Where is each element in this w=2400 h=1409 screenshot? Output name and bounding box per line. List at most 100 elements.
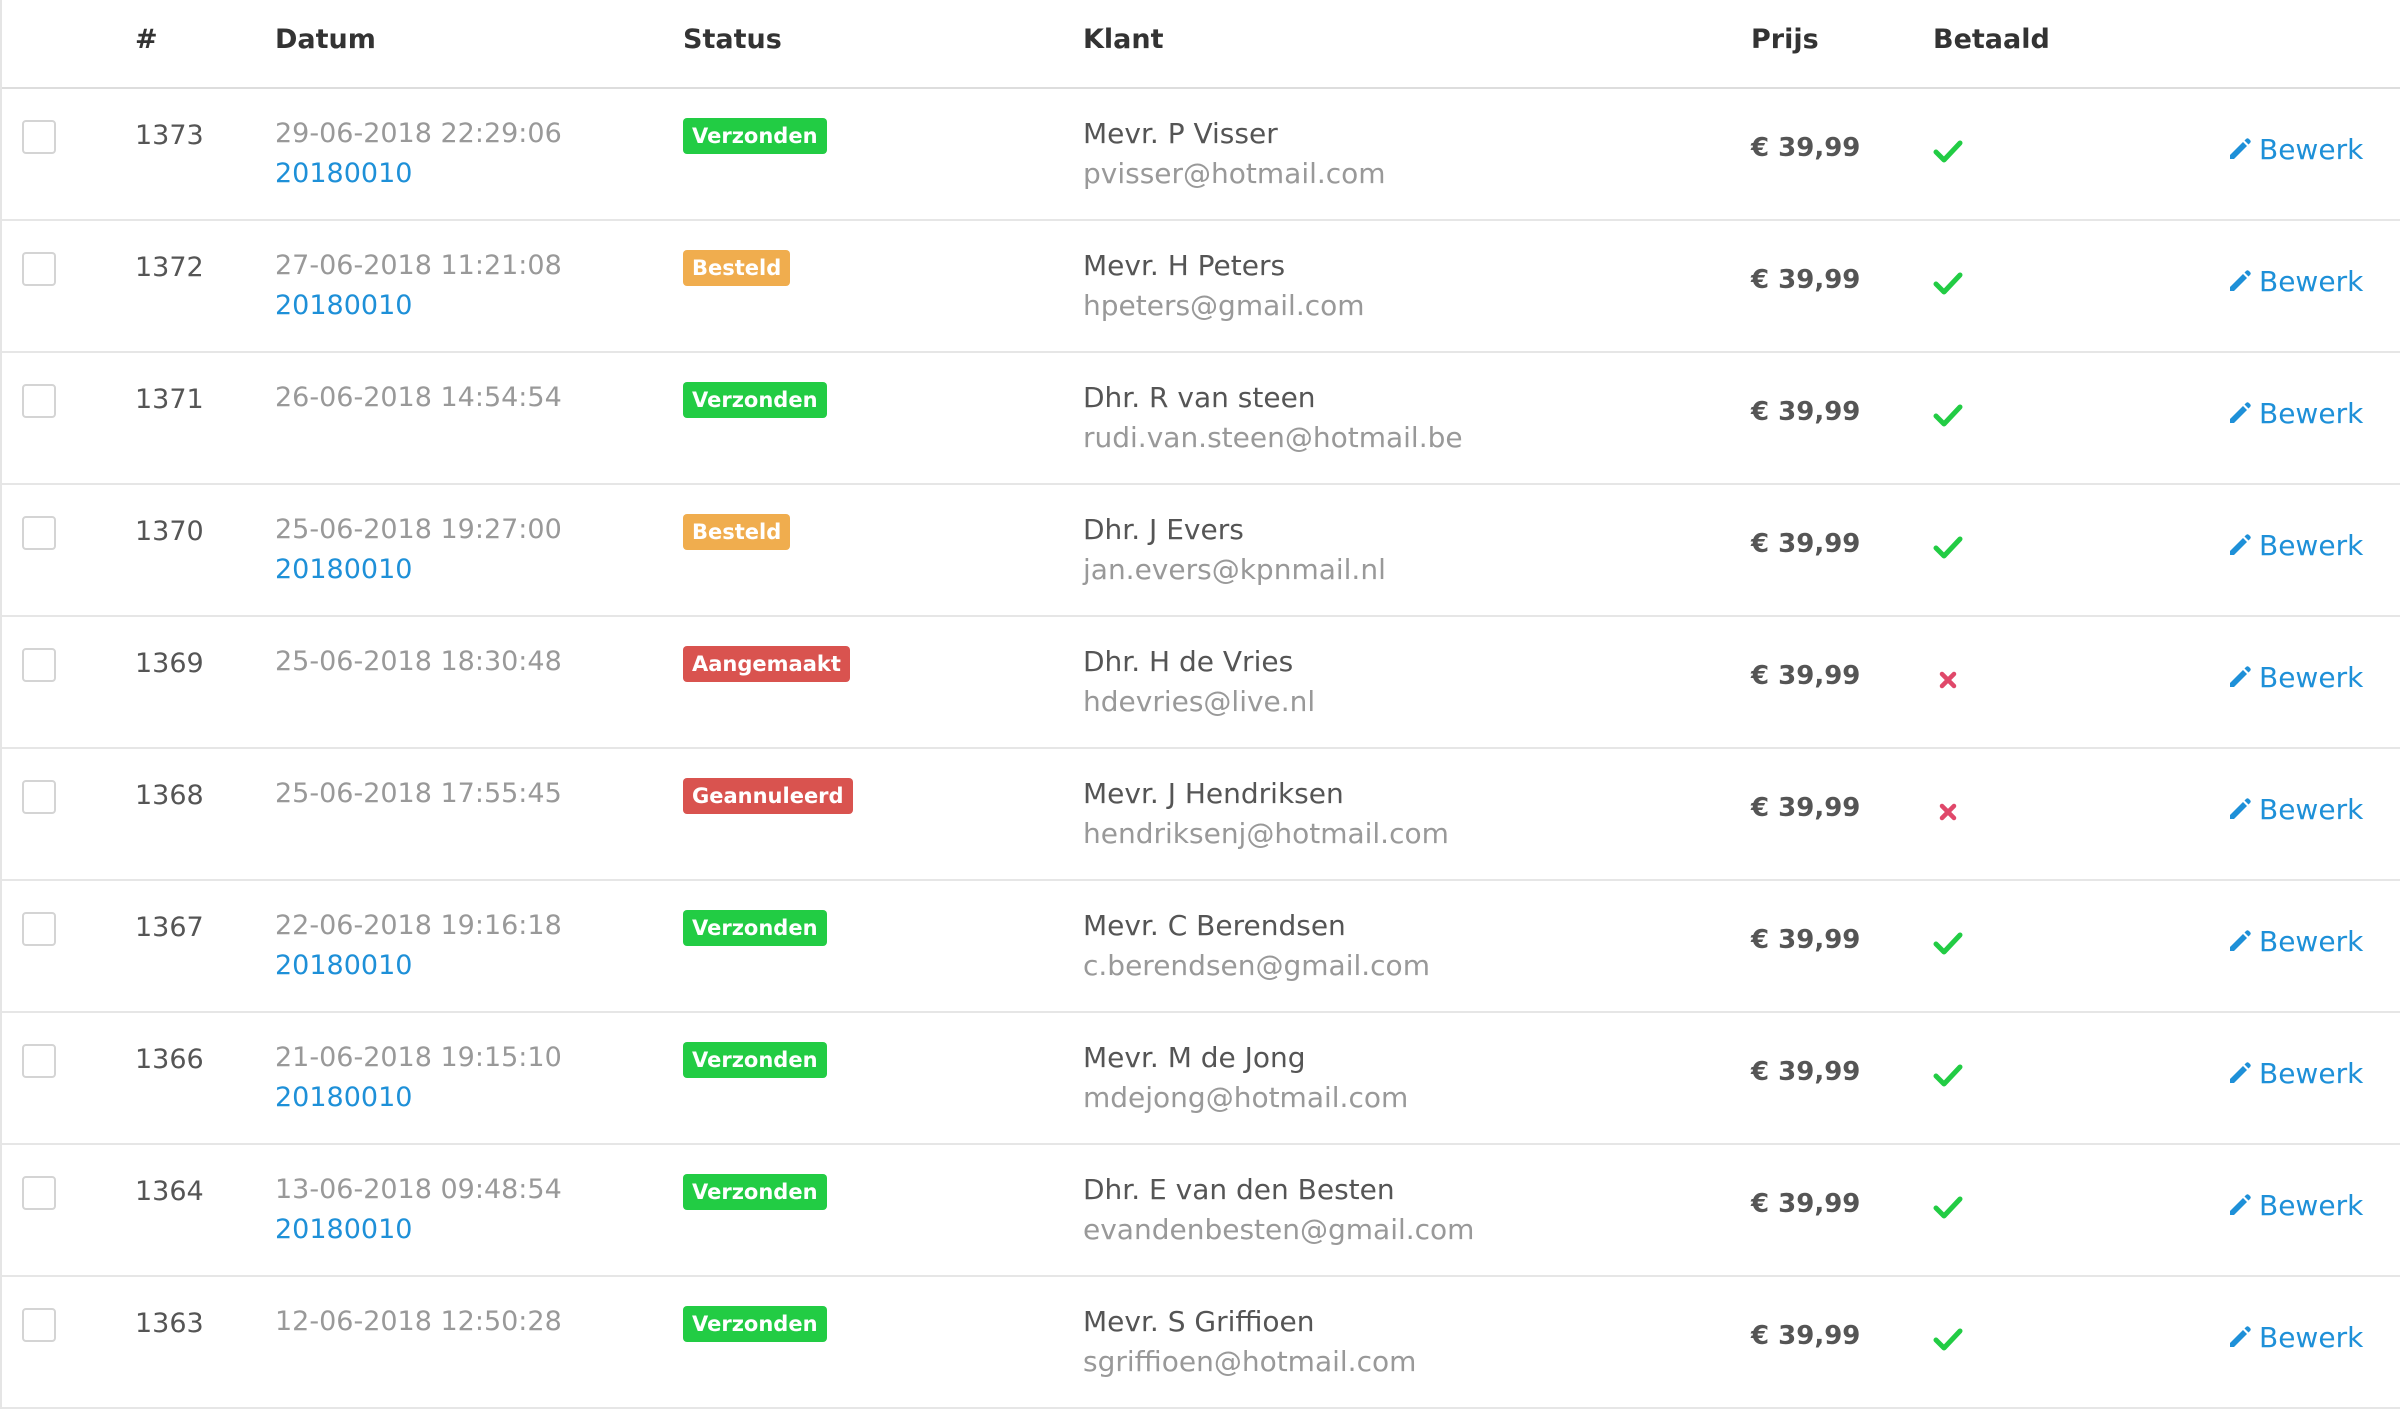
customer-cell: Mevr. S Griffioen sgriffioen@hotmail.com: [1083, 1305, 1416, 1382]
customer-cell: Dhr. E van den Besten evandenbesten@gmai…: [1083, 1173, 1474, 1250]
order-timestamp: 25-06-2018 18:30:48: [275, 646, 562, 677]
order-number: 1368: [135, 780, 204, 811]
column-header-paid[interactable]: Betaald: [1933, 24, 2050, 55]
row-select-checkbox[interactable]: [22, 648, 56, 682]
paid-status: [1933, 799, 1963, 825]
edit-button[interactable]: Bewerk: [2227, 265, 2363, 301]
paid-status: [1933, 1195, 1963, 1221]
edit-button[interactable]: Bewerk: [2227, 529, 2363, 565]
customer-cell: Mevr. P Visser pvisser@hotmail.com: [1083, 117, 1386, 194]
row-select-checkbox[interactable]: [22, 120, 56, 154]
order-reference-link[interactable]: 20180010: [275, 550, 562, 590]
status-badge: Verzonden: [683, 118, 827, 154]
order-timestamp: 27-06-2018 11:21:08: [275, 250, 562, 281]
order-timestamp: 29-06-2018 22:29:06: [275, 118, 562, 149]
row-select-checkbox[interactable]: [22, 912, 56, 946]
column-header-date[interactable]: Datum: [275, 24, 376, 55]
order-timestamp: 21-06-2018 19:15:10: [275, 1042, 562, 1073]
order-timestamp: 25-06-2018 17:55:45: [275, 778, 562, 809]
row-select-checkbox[interactable]: [22, 1044, 56, 1078]
column-header-customer[interactable]: Klant: [1083, 24, 1164, 55]
check-icon: [1933, 536, 1963, 559]
table-row: 1366 21-06-2018 19:15:10 20180010 Verzon…: [2, 1013, 2400, 1145]
check-icon: [1933, 404, 1963, 427]
order-reference-link[interactable]: 20180010: [275, 154, 562, 194]
order-timestamp: 12-06-2018 12:50:28: [275, 1306, 562, 1337]
order-price: € 39,99: [1751, 661, 1861, 691]
paid-status: [1933, 931, 1963, 957]
edit-button[interactable]: Bewerk: [2227, 661, 2363, 697]
pencil-icon: [2227, 928, 2253, 961]
order-number: 1370: [135, 516, 204, 547]
row-select-checkbox[interactable]: [22, 780, 56, 814]
status-badge: Verzonden: [683, 1042, 827, 1078]
customer-name: Mevr. P Visser: [1083, 117, 1278, 150]
edit-button[interactable]: Bewerk: [2227, 1057, 2363, 1093]
order-date-cell: 13-06-2018 09:48:54 20180010: [275, 1174, 562, 1250]
status-badge: Besteld: [683, 250, 791, 286]
edit-button[interactable]: Bewerk: [2227, 1189, 2363, 1225]
pencil-icon: [2227, 532, 2253, 565]
row-select-checkbox[interactable]: [22, 1176, 56, 1210]
order-date-cell: 12-06-2018 12:50:28: [275, 1306, 562, 1342]
customer-email: c.berendsen@gmail.com: [1083, 949, 1430, 982]
column-header-number[interactable]: #: [135, 24, 158, 55]
paid-status: [1933, 1063, 1963, 1089]
order-reference-link[interactable]: 20180010: [275, 1078, 562, 1118]
edit-button-label: Bewerk: [2259, 1189, 2364, 1222]
customer-name: Mevr. J Hendriksen: [1083, 777, 1344, 810]
edit-button[interactable]: Bewerk: [2227, 1321, 2363, 1357]
pencil-icon: [2227, 1324, 2253, 1357]
edit-button-label: Bewerk: [2259, 793, 2364, 826]
order-date-cell: 25-06-2018 18:30:48: [275, 646, 562, 682]
order-price: € 39,99: [1751, 793, 1861, 823]
order-price: € 39,99: [1751, 1057, 1861, 1087]
table-row: 1373 29-06-2018 22:29:06 20180010 Verzon…: [2, 89, 2400, 221]
edit-button-label: Bewerk: [2259, 1321, 2364, 1354]
paid-status: [1933, 1327, 1963, 1353]
customer-email: rudi.van.steen@hotmail.be: [1083, 421, 1463, 454]
order-date-cell: 21-06-2018 19:15:10 20180010: [275, 1042, 562, 1118]
customer-cell: Dhr. R van steen rudi.van.steen@hotmail.…: [1083, 381, 1463, 458]
column-header-status[interactable]: Status: [683, 24, 782, 55]
edit-button[interactable]: Bewerk: [2227, 793, 2363, 829]
order-reference-link[interactable]: 20180010: [275, 286, 562, 326]
order-date-cell: 22-06-2018 19:16:18 20180010: [275, 910, 562, 986]
edit-button[interactable]: Bewerk: [2227, 133, 2363, 169]
customer-name: Mevr. S Griffioen: [1083, 1305, 1315, 1338]
row-select-checkbox[interactable]: [22, 516, 56, 550]
paid-status: [1933, 139, 1963, 165]
customer-email: jan.evers@kpnmail.nl: [1083, 553, 1386, 586]
status-badge: Geannuleerd: [683, 778, 853, 814]
row-select-checkbox[interactable]: [22, 252, 56, 286]
row-select-checkbox[interactable]: [22, 384, 56, 418]
column-header-price[interactable]: Prijs: [1751, 24, 1819, 55]
edit-button-label: Bewerk: [2259, 529, 2364, 562]
customer-email: hpeters@gmail.com: [1083, 289, 1365, 322]
edit-button[interactable]: Bewerk: [2227, 397, 2363, 433]
edit-button-label: Bewerk: [2259, 397, 2364, 430]
customer-name: Dhr. E van den Besten: [1083, 1173, 1395, 1206]
table-row: 1363 12-06-2018 12:50:28 Verzonden Mevr.…: [2, 1277, 2400, 1409]
order-reference-link[interactable]: 20180010: [275, 1210, 562, 1250]
pencil-icon: [2227, 664, 2253, 697]
row-select-checkbox[interactable]: [22, 1308, 56, 1342]
customer-cell: Dhr. H de Vries hdevries@live.nl: [1083, 645, 1315, 722]
order-timestamp: 25-06-2018 19:27:00: [275, 514, 562, 545]
order-reference-link[interactable]: 20180010: [275, 946, 562, 986]
status-badge: Verzonden: [683, 1174, 827, 1210]
customer-cell: Mevr. J Hendriksen hendriksenj@hotmail.c…: [1083, 777, 1449, 854]
table-row: 1369 25-06-2018 18:30:48 Aangemaakt Dhr.…: [2, 617, 2400, 749]
check-icon: [1933, 272, 1963, 295]
order-number: 1373: [135, 120, 204, 151]
cross-icon: [1939, 671, 1957, 689]
edit-button-label: Bewerk: [2259, 1057, 2364, 1090]
customer-email: hendriksenj@hotmail.com: [1083, 817, 1449, 850]
order-timestamp: 22-06-2018 19:16:18: [275, 910, 562, 941]
check-icon: [1933, 932, 1963, 955]
table-body: 1373 29-06-2018 22:29:06 20180010 Verzon…: [2, 89, 2400, 1409]
edit-button-label: Bewerk: [2259, 265, 2364, 298]
order-price: € 39,99: [1751, 1189, 1861, 1219]
order-date-cell: 26-06-2018 14:54:54: [275, 382, 562, 418]
edit-button[interactable]: Bewerk: [2227, 925, 2363, 961]
